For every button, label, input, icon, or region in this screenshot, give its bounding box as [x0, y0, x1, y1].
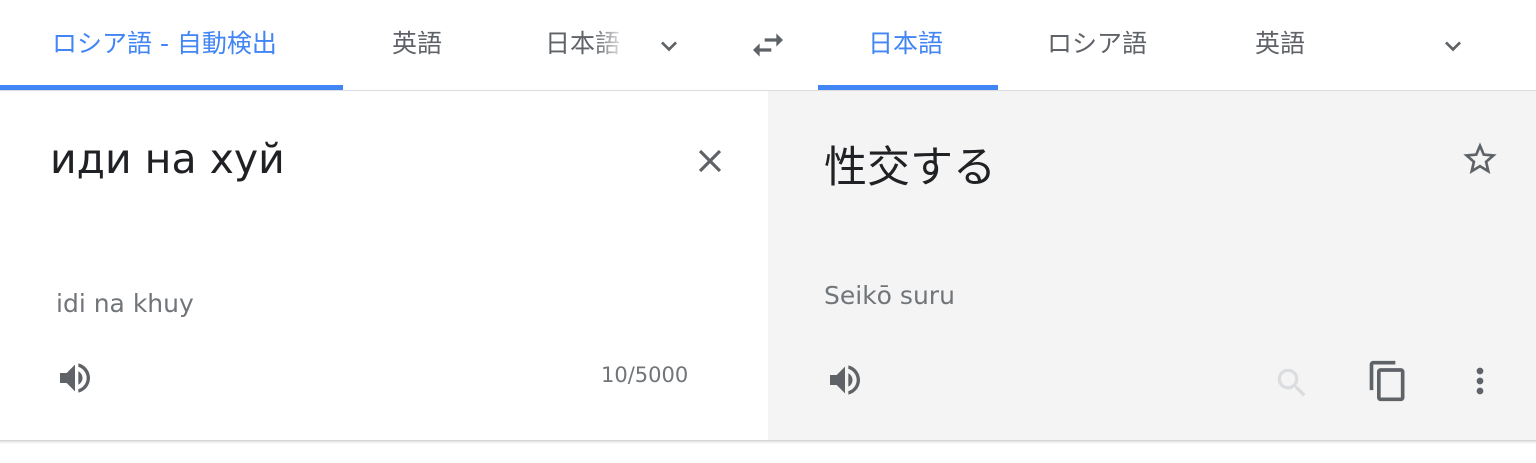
- tab-target-english[interactable]: 英語: [1255, 0, 1305, 90]
- tab-source-japanese[interactable]: 日本語: [545, 0, 627, 90]
- source-panel: иди на хуй idi na khuy 10/5000: [0, 91, 768, 441]
- tab-label: 日本語: [545, 29, 621, 58]
- source-language-more-button[interactable]: [648, 25, 690, 67]
- listen-source-button[interactable]: [52, 355, 98, 401]
- translation-transliteration: Seikō suru: [824, 281, 955, 310]
- tab-label: 英語: [1255, 29, 1306, 58]
- tab-source-russian-detected[interactable]: ロシア語 - 自動検出: [0, 0, 343, 90]
- search-translation-button[interactable]: [1270, 361, 1314, 405]
- tab-label: 英語: [392, 29, 443, 58]
- tab-target-japanese[interactable]: 日本語: [818, 0, 998, 90]
- swap-languages-button[interactable]: [745, 22, 791, 68]
- translate-app: ロシア語 - 自動検出 英語 日本語 日本語 ロシア語 英語 иди на ху…: [0, 0, 1536, 463]
- copy-translation-button[interactable]: [1364, 357, 1412, 405]
- search-icon: [1277, 368, 1306, 397]
- more-vert-icon: [1476, 367, 1484, 395]
- star-icon: [1463, 142, 1497, 174]
- language-bar: ロシア語 - 自動検出 英語 日本語 日本語 ロシア語 英語: [0, 0, 1536, 91]
- source-transliteration: idi na khuy: [56, 289, 194, 318]
- more-options-button[interactable]: [1458, 359, 1502, 403]
- close-icon: [698, 149, 722, 173]
- clear-source-button[interactable]: [688, 139, 732, 183]
- copy-icon: [1369, 360, 1405, 402]
- source-text-input[interactable]: иди на хуй: [50, 135, 285, 183]
- swap-languages-icon: [753, 33, 783, 57]
- active-tab-indicator: [0, 85, 343, 90]
- tab-label: ロシア語 - 自動検出: [52, 29, 277, 58]
- tab-source-english[interactable]: 英語: [392, 0, 442, 90]
- tab-target-russian[interactable]: ロシア語: [1047, 0, 1147, 90]
- card-bottom-shadow: [0, 440, 1536, 444]
- active-tab-indicator: [818, 85, 998, 90]
- chevron-down-icon: [1445, 41, 1461, 52]
- translation-text: 性交する: [824, 143, 996, 193]
- tab-label: ロシア語: [1047, 29, 1148, 58]
- listen-translation-button[interactable]: [822, 357, 868, 403]
- save-translation-button[interactable]: [1458, 137, 1502, 181]
- speaker-icon: [60, 363, 90, 393]
- target-language-more-button[interactable]: [1432, 25, 1474, 67]
- character-count: 10/5000: [601, 363, 689, 387]
- target-panel: 性交する Seikō suru: [768, 91, 1536, 441]
- tab-label: 日本語: [868, 29, 944, 58]
- chevron-down-icon: [661, 41, 677, 52]
- speaker-icon: [830, 365, 860, 395]
